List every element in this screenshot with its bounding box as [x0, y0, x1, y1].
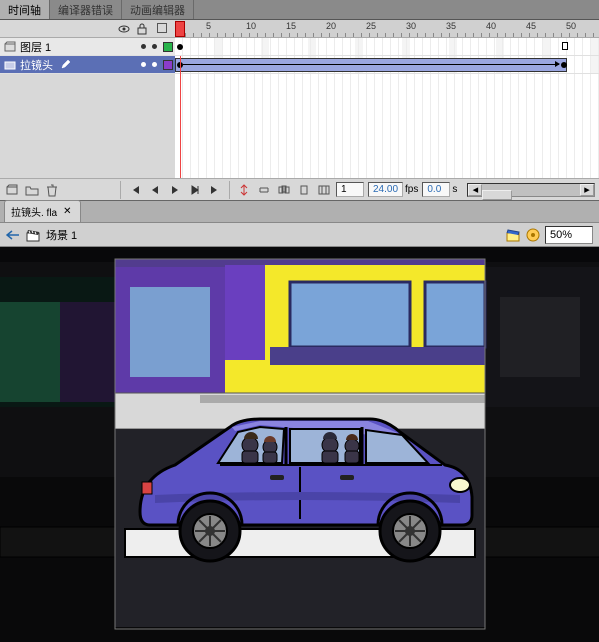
onion-skin-button[interactable]	[276, 182, 292, 198]
scroll-left-button[interactable]: ◂	[468, 184, 482, 196]
center-frame-button[interactable]	[236, 182, 252, 198]
scroll-thumb[interactable]	[482, 190, 511, 200]
timeline-footer: 1 24.00 fps 0.0 s ◂ ▸	[0, 178, 599, 200]
fps-label: fps	[405, 184, 418, 195]
document-tab[interactable]: 拉镜头. fla ✕	[4, 200, 81, 222]
ruler-number: 30	[406, 21, 416, 31]
ruler-number: 45	[526, 21, 536, 31]
layer-row[interactable]: 图层 1	[0, 38, 599, 56]
stage-canvas	[0, 247, 599, 642]
ruler-number: 10	[246, 21, 256, 31]
document-filename: 拉镜头. fla	[11, 204, 57, 219]
goto-last-button[interactable]	[207, 182, 223, 198]
layer-normal-icon	[4, 41, 16, 53]
step-forward-button[interactable]	[187, 182, 203, 198]
end-frame-marker[interactable]	[562, 42, 568, 50]
time-field[interactable]: 0.0	[422, 182, 450, 197]
layers-area: 图层 1 拉镜头	[0, 38, 599, 178]
pencil-icon	[61, 59, 73, 71]
layer-color-swatch[interactable]	[163, 42, 173, 52]
edit-scene-icon[interactable]	[505, 227, 521, 243]
back-arrow-button[interactable]	[6, 229, 20, 241]
time-label: s	[452, 184, 457, 195]
tab-timeline[interactable]: 时间轴	[0, 0, 50, 19]
timeline-header: 15101520253035404550	[0, 20, 599, 38]
timeline-panel: 15101520253035404550 图层 1	[0, 20, 599, 201]
tab-motion-editor[interactable]: 动画编辑器	[122, 0, 194, 19]
keyframe[interactable]	[561, 62, 567, 68]
playhead[interactable]	[175, 21, 185, 37]
ruler-number: 20	[326, 21, 336, 31]
frame-ruler[interactable]: 15101520253035404550	[175, 20, 599, 37]
play-button[interactable]	[167, 182, 183, 198]
ruler-number: 35	[446, 21, 456, 31]
layer-normal-icon	[4, 59, 16, 71]
delete-layer-button[interactable]	[44, 182, 60, 198]
scene-clapper-icon	[26, 228, 40, 242]
layer-row[interactable]: 拉镜头	[0, 56, 599, 74]
stage-area[interactable]	[0, 247, 599, 642]
lock-dot[interactable]	[152, 62, 157, 67]
ruler-number: 50	[566, 21, 576, 31]
lock-icon[interactable]	[136, 23, 148, 35]
step-back-button[interactable]	[147, 182, 163, 198]
edit-multiple-frames-button[interactable]	[316, 182, 332, 198]
tab-compiler-errors[interactable]: 编译器错误	[50, 0, 122, 19]
onion-skin-outlines-button[interactable]	[296, 182, 312, 198]
layer-color-swatch[interactable]	[163, 60, 173, 70]
ruler-number: 5	[206, 21, 211, 31]
keyframe[interactable]	[177, 44, 183, 50]
document-tab-bar: 拉镜头. fla ✕	[0, 201, 599, 223]
motion-tween-span[interactable]	[175, 58, 567, 72]
zoom-field[interactable]	[545, 226, 593, 244]
current-frame-field[interactable]: 1	[336, 182, 364, 197]
layer-name: 图层 1	[20, 39, 51, 55]
ruler-number: 15	[286, 21, 296, 31]
lock-dot[interactable]	[152, 44, 157, 49]
new-folder-button[interactable]	[24, 182, 40, 198]
scroll-right-button[interactable]: ▸	[580, 184, 594, 196]
frame-track[interactable]	[175, 56, 599, 73]
timeline-hscroll[interactable]: ◂ ▸	[467, 183, 595, 197]
ruler-number: 40	[486, 21, 496, 31]
fps-field[interactable]: 24.00	[368, 182, 403, 197]
eye-icon[interactable]	[118, 23, 130, 35]
tween-arrow	[183, 64, 559, 65]
new-layer-button[interactable]	[4, 182, 20, 198]
frames-empty-area	[175, 74, 599, 178]
edit-bar: 场景 1	[0, 223, 599, 247]
scene-label[interactable]: 场景 1	[46, 227, 77, 243]
layers-empty-area	[0, 74, 175, 178]
frame-track[interactable]	[175, 38, 599, 55]
panel-tab-bar: 时间轴 编译器错误 动画编辑器	[0, 0, 599, 20]
playhead-line	[180, 56, 181, 178]
ruler-number: 25	[366, 21, 376, 31]
close-tab-button[interactable]: ✕	[61, 206, 73, 217]
visibility-dot[interactable]	[141, 62, 146, 67]
loop-button[interactable]	[256, 182, 272, 198]
visibility-dot[interactable]	[141, 44, 146, 49]
outline-toggle-icon[interactable]	[157, 23, 167, 33]
layer-name: 拉镜头	[20, 57, 53, 73]
goto-first-button[interactable]	[127, 182, 143, 198]
edit-symbol-icon[interactable]	[525, 227, 541, 243]
